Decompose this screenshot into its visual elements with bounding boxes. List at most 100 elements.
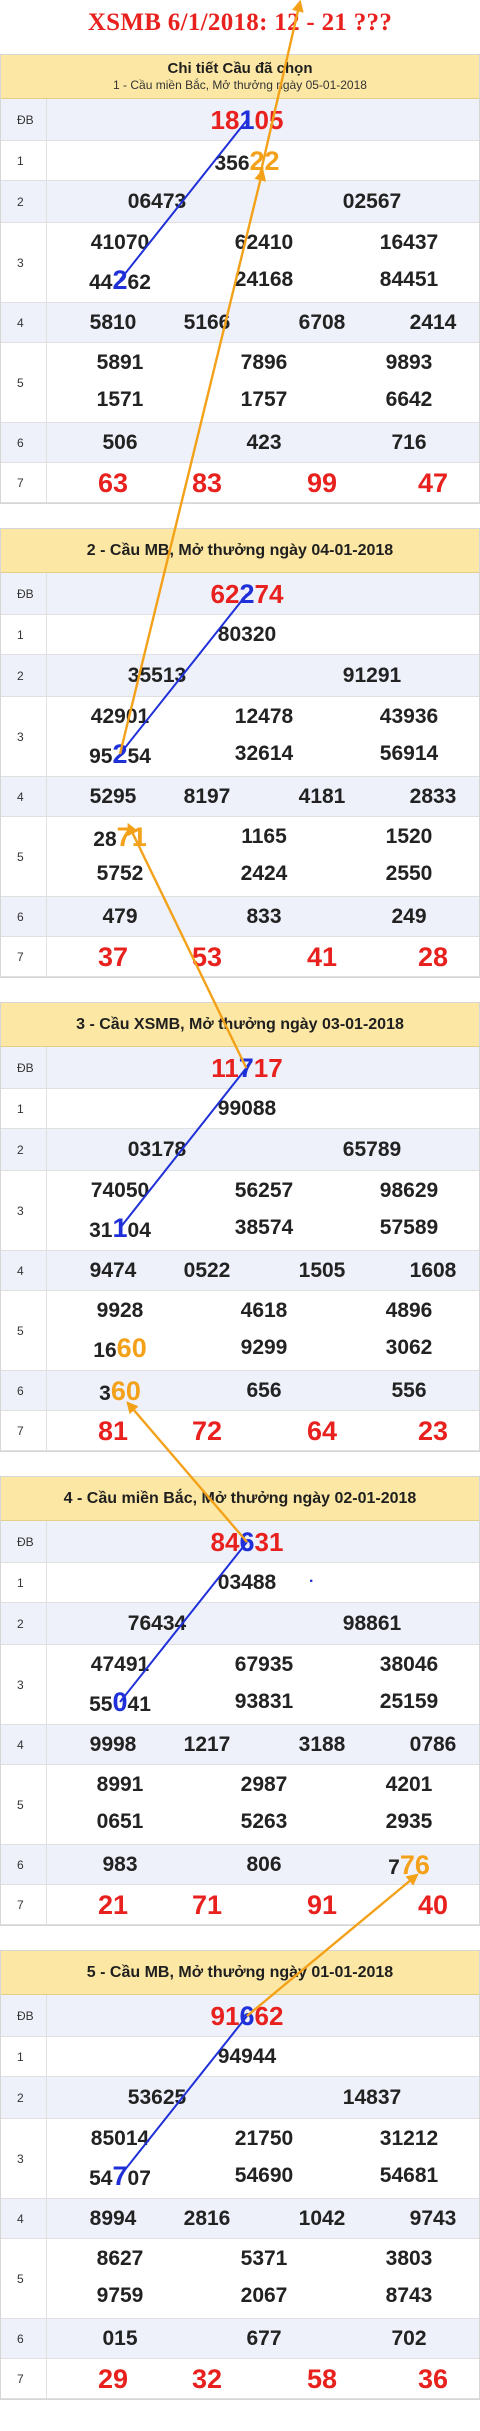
prize-row: ĐB 84631	[1, 1521, 479, 1563]
prize-number: 360	[99, 1376, 141, 1406]
block-subtitle: 1 - Cầu miền Bắc, Mở thưởng ngày 05-01-2…	[113, 78, 367, 92]
prize-number: 0651	[96, 1810, 144, 1833]
prize-number: 249	[391, 905, 427, 928]
prize-number: 2414	[409, 311, 457, 334]
prize-row: 7 29 32 58 36	[1, 2359, 479, 2399]
prize-row: 3 47491 67935 38046 55041 93831 25159	[1, 1645, 479, 1725]
prize-number: 67935	[234, 1653, 294, 1676]
block-title: 5 - Cầu MB, Mở thưởng ngày 01-01-2018	[86, 1963, 394, 1981]
prize-number: 56257	[234, 1179, 294, 1202]
prize-number: 98629	[379, 1179, 439, 1202]
prize-number: 702	[391, 2327, 427, 2350]
prize-label: 5	[1, 2239, 47, 2318]
prize-number: 44262	[89, 265, 151, 295]
prize-row: 1 03488.	[1, 1563, 479, 1603]
prize-row: 2 06473 02567	[1, 181, 479, 223]
prize-number: 4896	[385, 1299, 433, 1322]
block-header: 5 - Cầu MB, Mở thưởng ngày 01-01-2018	[1, 1951, 479, 1995]
prize-number: 5891	[96, 351, 144, 374]
prize-label: 7	[1, 1885, 47, 1924]
prize-number: 56914	[379, 742, 439, 765]
prize-label: 6	[1, 1845, 47, 1884]
prize-number: 6642	[385, 388, 433, 411]
prize-number: 28	[417, 942, 449, 972]
prize-number: 91662	[210, 2001, 284, 2031]
prize-label: 4	[1, 303, 47, 342]
prize-number: 62274	[210, 579, 284, 609]
prize-label: 3	[1, 697, 47, 776]
prize-number: 43936	[379, 705, 439, 728]
page-title: XSMB 6/1/2018: 12 - 21 ???	[87, 9, 393, 36]
prize-label: 5	[1, 1765, 47, 1844]
prize-label: 1	[1, 1563, 47, 1602]
block-title: Chi tiết Cầu đã chọn	[167, 60, 313, 77]
block-header: Chi tiết Cầu đã chọn 1 - Cầu miền Bắc, Mở…	[1, 55, 479, 99]
prize-number: 8994	[89, 2207, 137, 2230]
prize-row: 6 479 833 249	[1, 897, 479, 937]
prize-number: 1165	[241, 825, 287, 848]
result-block: 5 - Cầu MB, Mở thưởng ngày 01-01-2018 ĐB 9…	[0, 1950, 480, 2400]
prize-number: 11717	[211, 1053, 283, 1083]
prize-label: 7	[1, 937, 47, 976]
prize-number: 38574	[234, 1216, 294, 1239]
prize-label: 5	[1, 343, 47, 422]
prize-number: 37	[97, 942, 129, 972]
prize-number: 32	[191, 2364, 223, 2394]
prize-number: 74050	[90, 1179, 150, 1202]
prize-number: 84631	[210, 1527, 284, 1557]
prize-number: 99	[306, 468, 338, 498]
prize-number: 85014	[90, 2127, 150, 2150]
prize-number: 64	[306, 1416, 338, 1446]
prize-row: 7 21 71 91 40	[1, 1885, 479, 1925]
prize-label: 6	[1, 1371, 47, 1410]
prize-number: 38046	[379, 1653, 439, 1676]
prize-number: 5166	[183, 311, 231, 334]
prize-row: 3 85014 21750 31212 54707 54690 54681	[1, 2119, 479, 2199]
prize-table: ĐB 18105 1 35622 2 06473 02567 3 41070 62410 16437…	[1, 99, 479, 503]
prize-number: 93831	[234, 1690, 294, 1713]
prize-row: 5 2871 1165 1520 5752 2424 2550	[1, 817, 479, 897]
prize-label: 1	[1, 615, 47, 654]
prize-label: 3	[1, 2119, 47, 2198]
prize-label: 1	[1, 2037, 47, 2076]
prize-label: ĐB	[1, 573, 47, 614]
prize-row: 1 80320	[1, 615, 479, 655]
prize-number: 98861	[342, 1612, 402, 1635]
prize-label: 6	[1, 423, 47, 462]
prize-number: 41070	[90, 231, 150, 254]
prize-number: 8197	[183, 785, 231, 808]
prize-number: 4181	[298, 785, 346, 808]
prize-number: 1757	[240, 388, 288, 411]
prize-row: 5 5891 7896 9893 1571 1757 6642	[1, 343, 479, 423]
prize-number: 716	[391, 431, 427, 454]
prize-label: 3	[1, 1645, 47, 1724]
prize-label: ĐB	[1, 1521, 47, 1562]
prize-number: 9743	[409, 2207, 457, 2230]
prize-number: 1660	[93, 1333, 147, 1363]
prize-number: 57589	[379, 1216, 439, 1239]
prize-row: 4 8994 2816 1042 9743	[1, 2199, 479, 2239]
prize-number: 71	[191, 1890, 223, 1920]
prize-number: 80320	[217, 623, 277, 646]
prize-label: 4	[1, 777, 47, 816]
prize-number: 31212	[379, 2127, 439, 2150]
prize-label: 7	[1, 2359, 47, 2398]
result-block: Chi tiết Cầu đã chọn 1 - Cầu miền Bắc, Mở…	[0, 54, 480, 504]
prize-number: 8991	[96, 1773, 144, 1796]
prize-number: 58	[306, 2364, 338, 2394]
prize-label: 4	[1, 2199, 47, 2238]
prize-number: 31104	[89, 1213, 151, 1243]
prize-row: 3 41070 62410 16437 44262 24168 84451	[1, 223, 479, 303]
prize-table: ĐB 11717 1 99088 2 03178 65789 3 74050 56257 98629…	[1, 1047, 479, 1451]
prize-number: 54681	[379, 2164, 439, 2187]
block-title: 4 - Cầu miền Bắc, Mở thưởng ngày 02-01-2…	[63, 1489, 417, 1507]
prize-number: 5263	[240, 1810, 288, 1833]
prize-number: 03488	[217, 1571, 277, 1594]
prize-number: 1608	[409, 1259, 457, 1282]
prize-number: 656	[246, 1379, 282, 1402]
prize-number: 72	[191, 1416, 223, 1446]
prize-number: 47491	[90, 1653, 150, 1676]
prize-number: 23	[417, 1416, 449, 1446]
prize-number: 91291	[342, 664, 402, 687]
prize-number: 95254	[89, 739, 151, 769]
